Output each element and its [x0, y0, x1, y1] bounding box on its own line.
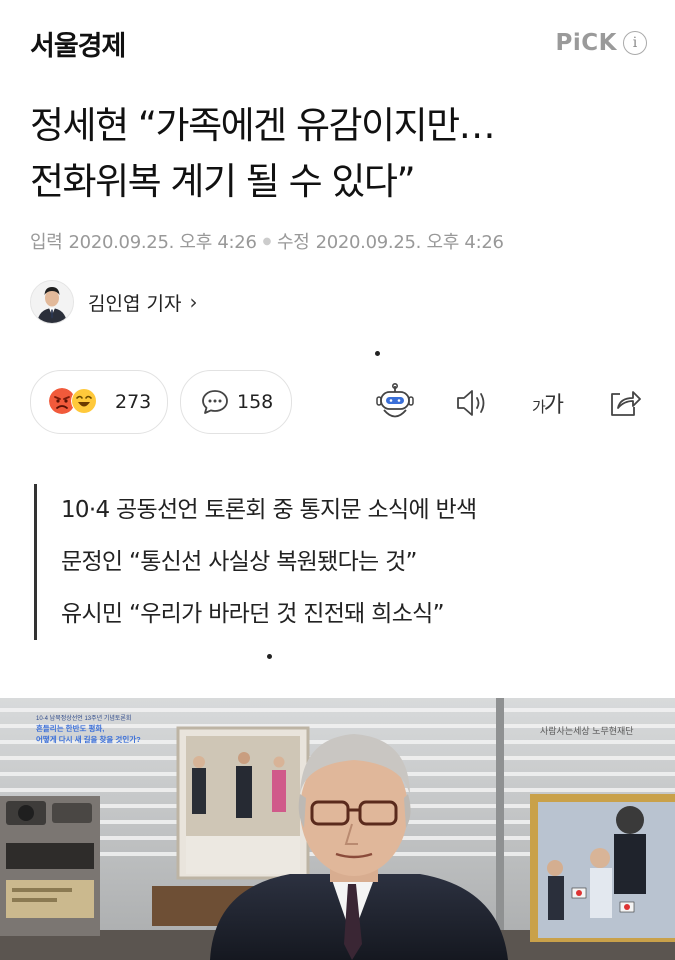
photo-caption-line: 흔들리는 한반도 평화, [36, 723, 104, 733]
summary-line: 문정인 “통신선 사실상 복원됐다는 것” [61, 549, 417, 575]
share-icon [611, 391, 641, 416]
comment-count: 158 [237, 391, 274, 413]
chevron-right-icon: › [189, 290, 198, 314]
headline-line: 정세현 “가족에겐 유감이지만… [30, 104, 496, 147]
speaker-icon [457, 390, 485, 416]
publisher-logo[interactable]: 서울경제 [30, 24, 126, 63]
date-separator: ● [262, 235, 272, 247]
reporter-name: 김인엽 기자 [88, 292, 182, 315]
article-photo-image: 10·4 남북정상선언 13주년 기념토론회 흔들리는 한반도 평화, 어떻게 … [0, 698, 675, 960]
article-headline: 정세현 “가족에겐 유감이지만… 전화위복 계기 될 수 있다” [30, 98, 650, 210]
share-button[interactable] [604, 383, 646, 423]
font-size-label: 가가 [531, 393, 564, 418]
font-size-button[interactable]: 가가 [522, 383, 572, 423]
photo-caption-line: 10·4 남북정상선언 13주년 기념토론회 [36, 714, 131, 722]
pick-badge[interactable]: PiCK i [556, 30, 647, 56]
photo-caption-line: 어떻게 다시 새 길을 찾을 것인가? [36, 734, 141, 744]
article-photo[interactable]: 10·4 남북정상선언 13주년 기념토론회 흔들리는 한반도 평화, 어떻게 … [0, 698, 675, 960]
divider-dot [267, 654, 272, 659]
reporter-byline[interactable]: 김인엽 기자 › [30, 280, 197, 324]
info-icon[interactable]: i [623, 31, 647, 55]
comment-icon [202, 390, 228, 414]
camera-shelf [0, 796, 100, 936]
reporter-avatar [30, 280, 74, 324]
summary-line: 유시민 “우리가 바라던 것 진전돼 희소식” [61, 601, 445, 627]
laugh-emoji-icon [71, 388, 97, 414]
comment-button[interactable]: 158 [180, 370, 292, 434]
robot-summary-icon [376, 383, 414, 418]
divider-dot [375, 351, 380, 356]
pick-label: PiCK [555, 30, 617, 56]
foundation-sign: 사람사는세상 노무현재단 [540, 725, 634, 736]
read-aloud-button[interactable] [452, 383, 494, 423]
published-label: 입력 [30, 232, 63, 253]
headline-line: 전화위복 계기 될 수 있다” [30, 160, 416, 203]
reaction-button[interactable]: 273 [30, 370, 168, 434]
article-header: 서울경제 PiCK i [0, 0, 675, 88]
summary-bot-button[interactable] [374, 383, 416, 423]
framed-photo-right [530, 794, 675, 942]
article-dates: 입력 2020.09.25. 오후 4:26 ● 수정 2020.09.25. … [30, 228, 504, 254]
modified-date: 2020.09.25. 오후 4:26 [315, 232, 504, 253]
summary-line: 10·4 공동선언 토론회 중 통지문 소식에 반색 [61, 497, 477, 523]
modified-label: 수정 [277, 232, 310, 253]
article-summary: 10·4 공동선언 토론회 중 통지문 소식에 반색 문정인 “통신선 사실상 … [34, 484, 477, 640]
reaction-count: 273 [115, 391, 152, 413]
published-date: 2020.09.25. 오후 4:26 [68, 232, 257, 253]
